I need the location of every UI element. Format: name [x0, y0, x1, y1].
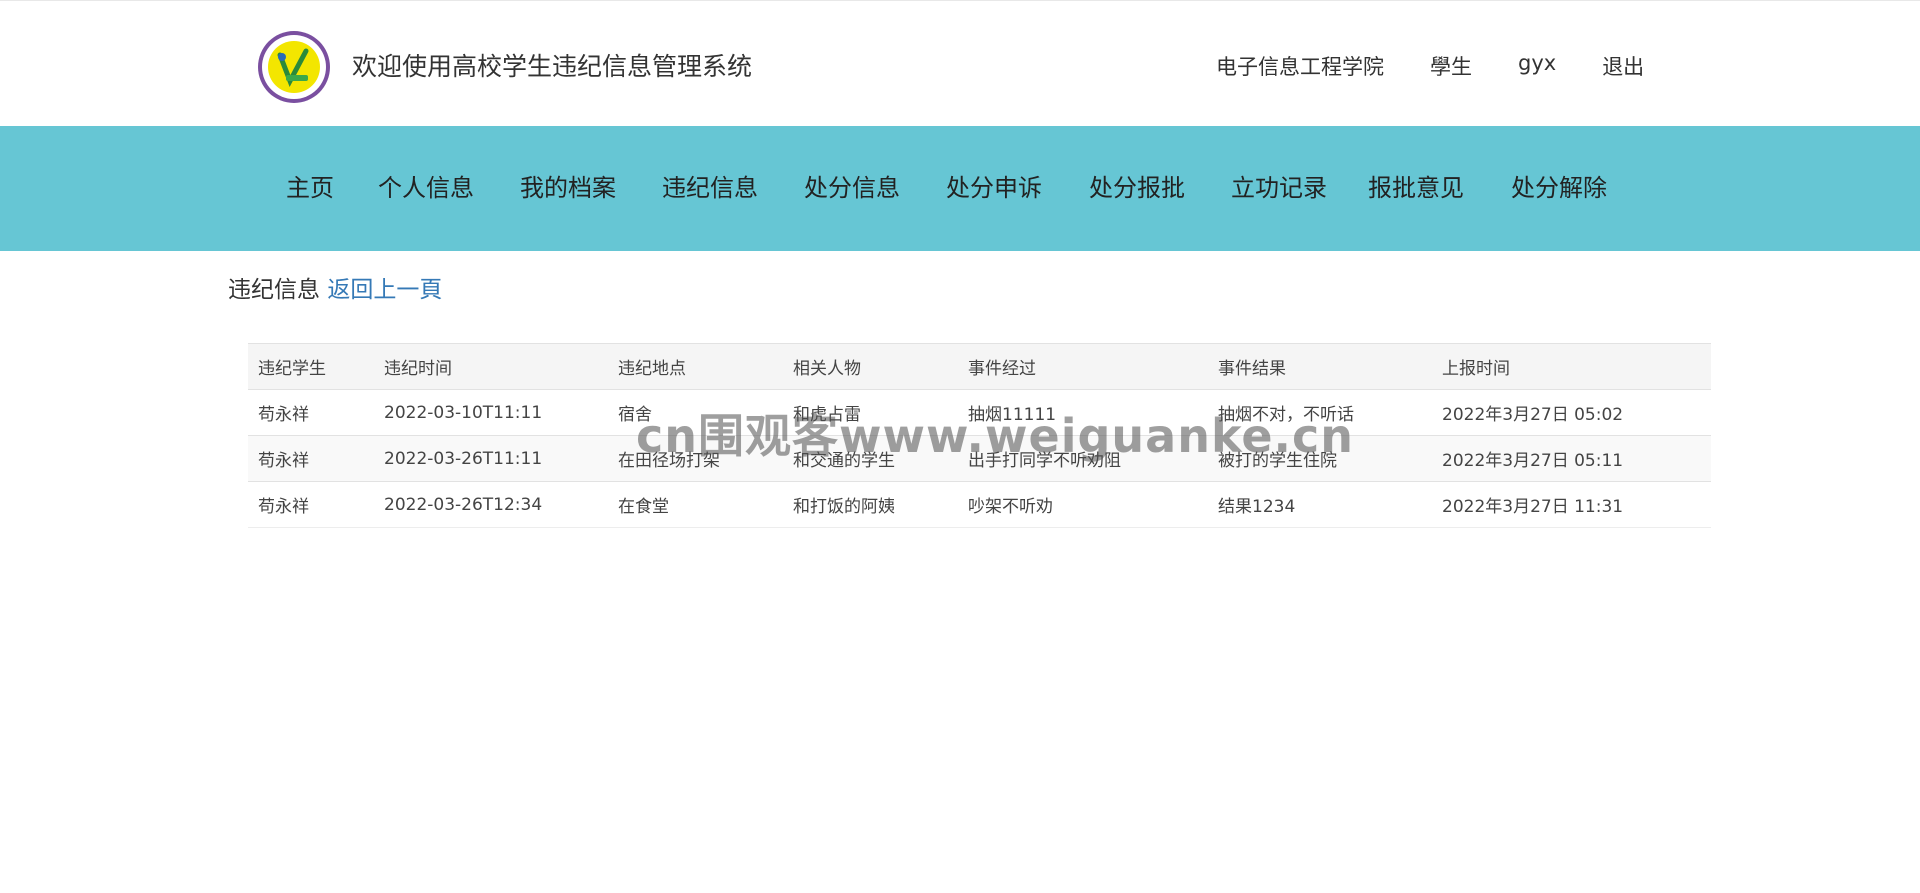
table-cell: 苟永祥 — [248, 435, 374, 482]
site-title: 欢迎使用高校学生违纪信息管理系统 — [352, 52, 753, 81]
table-cell: 苟永祥 — [248, 481, 374, 528]
column-header: 相关人物 — [783, 343, 958, 390]
nav-item-merit-record[interactable]: 立功记录 — [1231, 126, 1327, 251]
table-cell: 2022-03-26T11:11 — [374, 435, 608, 482]
table-row: 苟永祥 2022-03-26T12:34 在食堂 和打饭的阿姨 吵架不听劝 结果… — [248, 481, 1711, 528]
violation-table-container: 违纪学生 违纪时间 违纪地点 相关人物 事件经过 事件结果 上报时间 苟永祥 2… — [248, 343, 1711, 528]
table-cell: 2022年3月27日 11:31 — [1432, 481, 1711, 528]
nav-item-my-archive[interactable]: 我的档案 — [520, 126, 616, 251]
table-row: 苟永祥 2022-03-10T11:11 宿舍 和虎占雷 抽烟11111 抽烟不… — [248, 389, 1711, 436]
table-cell: 吵架不听劝 — [958, 481, 1208, 528]
school-seal-icon — [258, 31, 330, 103]
page-heading: 违纪信息 — [228, 277, 320, 303]
logout-link[interactable]: 退出 — [1602, 51, 1644, 81]
nav-item-punishment-approval[interactable]: 处分报批 — [1089, 126, 1185, 251]
table-row: 苟永祥 2022-03-26T11:11 在田径场打架 和交通的学生 出手打同学… — [248, 435, 1711, 482]
college-link[interactable]: 电子信息工程学院 — [1216, 51, 1384, 81]
table-cell: 在食堂 — [608, 481, 783, 528]
table-cell: 2022年3月27日 05:11 — [1432, 435, 1711, 482]
back-link[interactable]: 返回上一頁 — [327, 277, 442, 303]
nav-item-personal-info[interactable]: 个人信息 — [378, 126, 474, 251]
table-header-row: 违纪学生 违纪时间 违纪地点 相关人物 事件经过 事件结果 上报时间 — [248, 343, 1711, 390]
top-user-links: 电子信息工程学院 學生 gyx 退出 — [1216, 51, 1644, 81]
nav-item-punishment-appeal[interactable]: 处分申诉 — [946, 126, 1042, 251]
table-cell: 苟永祥 — [248, 389, 374, 436]
table-cell: 和打饭的阿姨 — [783, 481, 958, 528]
table-cell: 抽烟11111 — [958, 389, 1208, 436]
nav-item-punishment-removal[interactable]: 处分解除 — [1511, 126, 1607, 251]
column-header: 违纪时间 — [374, 343, 608, 390]
table-cell: 2022-03-10T11:11 — [374, 389, 608, 436]
column-header: 事件经过 — [958, 343, 1208, 390]
nav-item-home[interactable]: 主页 — [286, 126, 334, 251]
table-cell: 结果1234 — [1208, 481, 1432, 528]
main-nav: 主页 个人信息 我的档案 违纪信息 处分信息 处分申诉 处分报批 立功记录 报批… — [0, 126, 1920, 251]
table-cell: 和交通的学生 — [783, 435, 958, 482]
violation-table: 违纪学生 违纪时间 违纪地点 相关人物 事件经过 事件结果 上报时间 苟永祥 2… — [248, 343, 1711, 528]
table-cell: 被打的学生住院 — [1208, 435, 1432, 482]
table-cell: 出手打同学不听劝阻 — [958, 435, 1208, 482]
nav-item-punishment-info[interactable]: 处分信息 — [804, 126, 900, 251]
nav-item-approval-opinion[interactable]: 报批意见 — [1368, 126, 1464, 251]
role-link[interactable]: 學生 — [1430, 51, 1472, 81]
table-cell: 抽烟不对，不听话 — [1208, 389, 1432, 436]
username-link[interactable]: gyx — [1518, 51, 1556, 81]
table-cell: 2022年3月27日 05:02 — [1432, 389, 1711, 436]
page-title: 违纪信息 返回上一頁 — [228, 270, 442, 304]
nav-item-violation-info[interactable]: 违纪信息 — [662, 126, 758, 251]
table-cell: 2022-03-26T12:34 — [374, 481, 608, 528]
column-header: 事件结果 — [1208, 343, 1432, 390]
column-header: 上报时间 — [1432, 343, 1711, 390]
table-cell: 宿舍 — [608, 389, 783, 436]
table-cell: 在田径场打架 — [608, 435, 783, 482]
header-bar: 欢迎使用高校学生违纪信息管理系统 电子信息工程学院 學生 gyx 退出 — [0, 0, 1920, 126]
table-cell: 和虎占雷 — [783, 389, 958, 436]
column-header: 违纪地点 — [608, 343, 783, 390]
column-header: 违纪学生 — [248, 343, 374, 390]
